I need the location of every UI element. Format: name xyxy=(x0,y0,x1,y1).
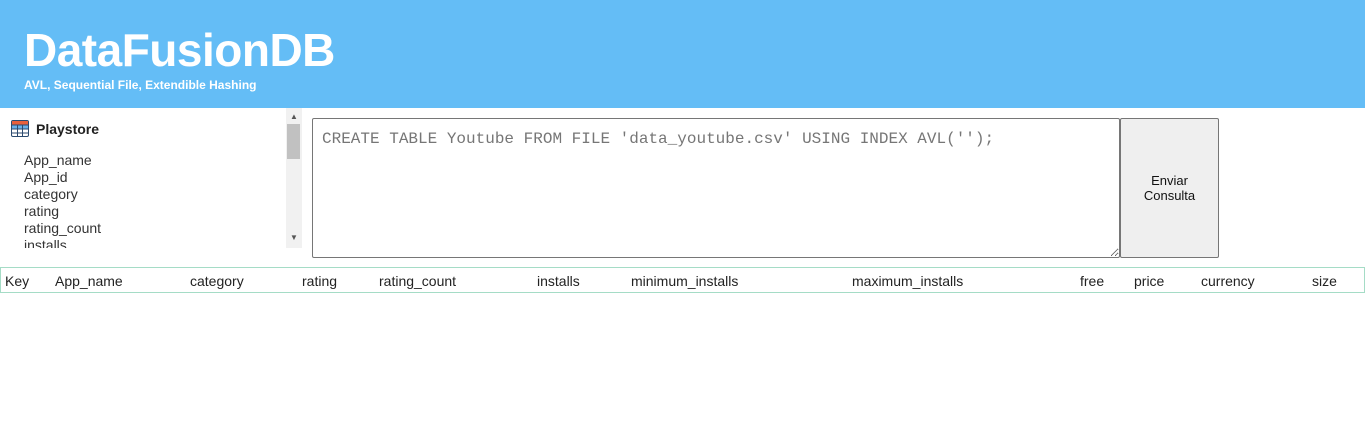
column-item: rating_count xyxy=(24,220,102,236)
send-query-button[interactable]: Enviar Consulta xyxy=(1120,118,1219,258)
app-header: DataFusionDB AVL, Sequential File, Exten… xyxy=(0,0,1365,108)
column-header-currency: currency xyxy=(1201,273,1255,289)
column-header-rating: rating xyxy=(302,273,338,289)
app-subtitle: AVL, Sequential File, Extendible Hashing xyxy=(24,78,257,92)
column-item: App_name xyxy=(24,152,92,168)
column-item: installs xyxy=(24,237,67,248)
schema-sidebar[interactable]: Playstore App_name App_id category ratin… xyxy=(0,108,302,248)
column-header-maximum-installs: maximum_installs xyxy=(852,273,964,289)
column-item: App_id xyxy=(24,169,68,185)
column-header-installs: installs xyxy=(537,273,580,289)
column-item: rating xyxy=(24,203,60,219)
results-table-header: Key App_name category rating rating_coun… xyxy=(0,267,1365,293)
table-entry-playstore[interactable]: Playstore xyxy=(11,120,99,137)
scroll-down-arrow-icon[interactable]: ▼ xyxy=(286,231,302,245)
scroll-thumb[interactable] xyxy=(287,124,300,159)
column-header-category: category xyxy=(190,273,244,289)
query-input[interactable] xyxy=(312,118,1120,258)
column-header-price: price xyxy=(1134,273,1165,289)
column-header-app-name: App_name xyxy=(55,273,123,289)
column-header-key: Key xyxy=(5,273,30,289)
column-header-minimum-installs: minimum_installs xyxy=(631,273,739,289)
table-icon xyxy=(11,120,29,137)
table-name: Playstore xyxy=(36,120,100,137)
sidebar-scrollbar[interactable]: ▲ ▼ xyxy=(286,108,302,248)
column-header-free: free xyxy=(1080,273,1105,289)
column-header-rating-count: rating_count xyxy=(379,273,457,289)
scroll-up-arrow-icon[interactable]: ▲ xyxy=(286,110,302,124)
column-list: App_name App_id category rating rating_c… xyxy=(24,152,101,248)
app-title: DataFusionDB xyxy=(24,24,335,76)
column-item: category xyxy=(24,186,78,202)
column-header-size: size xyxy=(1312,273,1337,289)
